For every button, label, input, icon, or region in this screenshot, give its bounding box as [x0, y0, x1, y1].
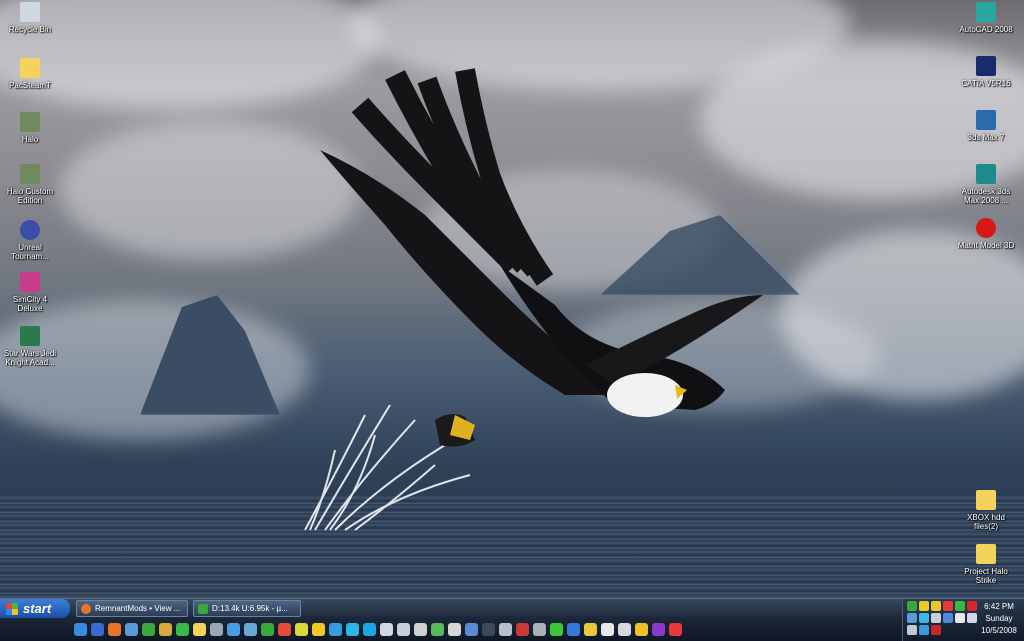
- red-tray-icon[interactable]: [943, 601, 953, 611]
- cd-icon[interactable]: [414, 623, 427, 636]
- v-icon[interactable]: [448, 623, 461, 636]
- map-icon[interactable]: [159, 623, 172, 636]
- palm-icon[interactable]: [176, 623, 189, 636]
- utorrent-icon: [198, 603, 208, 614]
- desktop: Recycle Bin PacSteamT Halo Halo Custom E…: [0, 0, 1024, 598]
- folder-icon: [976, 544, 996, 564]
- purple-icon[interactable]: [652, 623, 665, 636]
- desktop-icon-project-halo-strike[interactable]: Project Halo Strike: [956, 544, 1016, 585]
- people-icon[interactable]: [329, 623, 342, 636]
- system-tray: 6:42 PM Sunday 10/5/2008: [902, 599, 1024, 641]
- desktop-icon-recycle-bin[interactable]: Recycle Bin: [0, 2, 60, 34]
- blue-ball-icon[interactable]: [567, 623, 580, 636]
- paint-icon[interactable]: [295, 623, 308, 636]
- media-icon[interactable]: [278, 623, 291, 636]
- clock-day: Sunday: [985, 614, 1013, 623]
- target-icon[interactable]: [618, 623, 631, 636]
- start-button[interactable]: start: [0, 599, 70, 618]
- halo-ce-icon: [20, 164, 40, 184]
- bar-icon[interactable]: [550, 623, 563, 636]
- unreal-icon: [20, 220, 40, 240]
- desktop-icon-model-3d[interactable]: Matrit Model 3D: [956, 218, 1016, 250]
- desktop-icon-simcity-4[interactable]: SimCity 4 Deluxe: [0, 272, 60, 313]
- chat-icon[interactable]: [380, 623, 393, 636]
- speaker-tray-icon[interactable]: [931, 613, 941, 623]
- model-3d-icon: [976, 218, 996, 238]
- sea-background: [0, 495, 1024, 598]
- desktop-icon-jedi-knight[interactable]: Star Wars Jedi Knight Acad...: [0, 326, 60, 367]
- network-tray-icon[interactable]: [907, 613, 917, 623]
- display-tray-icon[interactable]: [943, 613, 953, 623]
- clock-time: 6:42 PM: [984, 602, 1014, 611]
- gear-icon[interactable]: [210, 623, 223, 636]
- tray-icons: [907, 601, 977, 635]
- shield-tray-icon[interactable]: [955, 613, 965, 623]
- desktop-icon-3dsmax-2008[interactable]: Autodesk 3ds Max 2008 ...: [956, 164, 1016, 205]
- taskbar-button-utorrent[interactable]: D:13.4k U:6.95k - µ...: [193, 600, 301, 617]
- aim-tray-icon[interactable]: [931, 601, 941, 611]
- 3dsmax-icon: [976, 110, 996, 130]
- msn-icon[interactable]: [346, 623, 359, 636]
- catia-icon: [976, 56, 996, 76]
- desktop-icon-halo-custom-edition[interactable]: Halo Custom Edition: [0, 164, 60, 205]
- desktop-icon-xbox-hdd-files[interactable]: XBOX hdd files(2): [956, 490, 1016, 531]
- utorrent-tray-icon[interactable]: [907, 601, 917, 611]
- folder-icon: [20, 58, 40, 78]
- white-ball-icon[interactable]: [601, 623, 614, 636]
- volume-tray-icon[interactable]: [907, 625, 917, 635]
- firefox-icon[interactable]: [108, 623, 121, 636]
- tool-icon[interactable]: [431, 623, 444, 636]
- autocad-icon: [976, 2, 996, 22]
- globe-icon[interactable]: [227, 623, 240, 636]
- green-app-icon[interactable]: [142, 623, 155, 636]
- people-tray-icon[interactable]: [919, 625, 929, 635]
- smiley-icon[interactable]: [312, 623, 325, 636]
- halo-icon: [20, 112, 40, 132]
- gamepad-icon[interactable]: [533, 623, 546, 636]
- quick-launch-bar: [74, 623, 682, 637]
- 3dsmax-2008-icon: [976, 164, 996, 184]
- desktop-icon-unreal-tournament[interactable]: Unreal Tournam...: [0, 220, 60, 261]
- folder-icon: [976, 490, 996, 510]
- star-icon[interactable]: [635, 623, 648, 636]
- recycle-bin-icon: [20, 2, 40, 22]
- desktop-icon-autocad[interactable]: AutoCAD 2008: [956, 2, 1016, 34]
- red-circle-tray-icon[interactable]: [931, 625, 941, 635]
- window-icon[interactable]: [397, 623, 410, 636]
- taskbar-button-firefox[interactable]: RemnantMods • View ...: [76, 600, 188, 617]
- steam-icon[interactable]: [482, 623, 495, 636]
- clock-date: 10/5/2008: [981, 626, 1017, 635]
- desktop-icon-halo[interactable]: Halo: [0, 112, 60, 144]
- clock[interactable]: 6:42 PM Sunday 10/5/2008: [975, 601, 1023, 637]
- desktop-icon-catia[interactable]: CATIA V5R16: [956, 56, 1016, 88]
- desktop-icon-3dsmax-7[interactable]: 3ds Max 7: [956, 110, 1016, 142]
- red-dot-icon[interactable]: [669, 623, 682, 636]
- firefox-icon: [81, 603, 91, 614]
- yellow-icon[interactable]: [584, 623, 597, 636]
- outlook-icon[interactable]: [91, 623, 104, 636]
- msn-tray-icon[interactable]: [919, 613, 929, 623]
- ie-icon[interactable]: [74, 623, 87, 636]
- jedi-knight-icon: [20, 326, 40, 346]
- green-tray-icon[interactable]: [955, 601, 965, 611]
- smiley-tray-icon[interactable]: [919, 601, 929, 611]
- simcity-icon: [20, 272, 40, 292]
- speaker-icon[interactable]: [499, 623, 512, 636]
- skype-icon[interactable]: [363, 623, 376, 636]
- utorrent-icon[interactable]: [261, 623, 274, 636]
- red-app-icon[interactable]: [516, 623, 529, 636]
- desktop-icon[interactable]: [125, 623, 138, 636]
- bald-eagle: [320, 68, 763, 447]
- taskbar: start RemnantMods • View ... D:13.4k U:6…: [0, 598, 1024, 641]
- folder-icon[interactable]: [193, 623, 206, 636]
- image-icon[interactable]: [244, 623, 257, 636]
- windows-flag-icon: [6, 602, 18, 615]
- desktop-icon-pacsteamt[interactable]: PacSteamT: [0, 58, 60, 90]
- ie2-icon[interactable]: [465, 623, 478, 636]
